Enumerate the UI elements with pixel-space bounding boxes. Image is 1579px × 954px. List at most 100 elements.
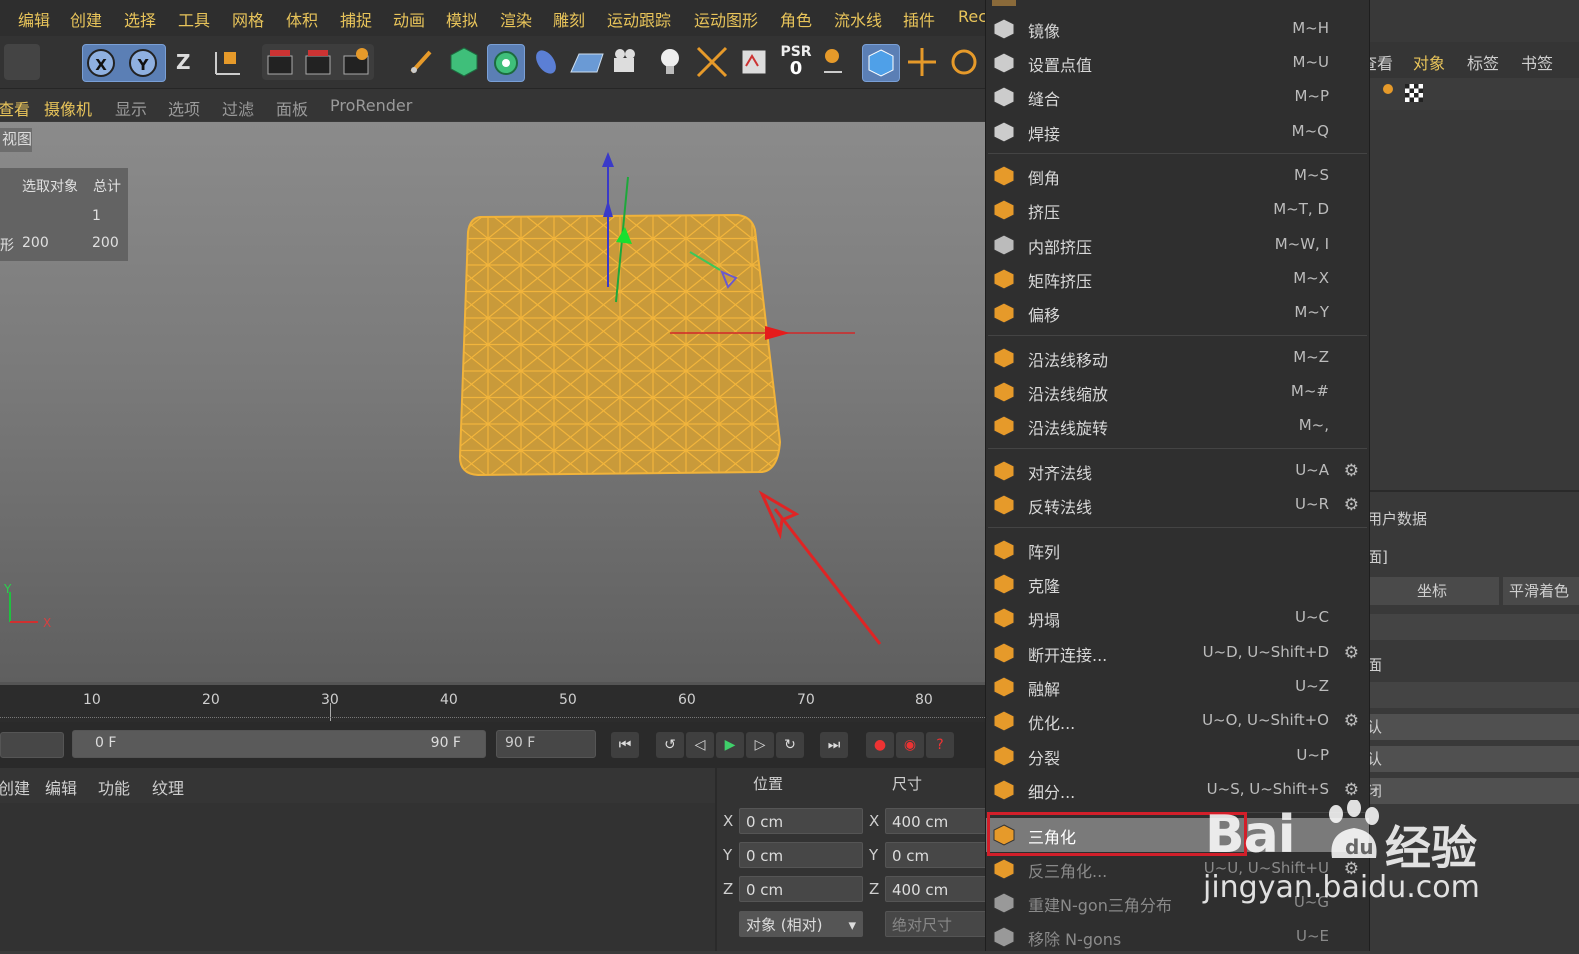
absolute-size-button[interactable]: 绝对尺寸 xyxy=(885,911,987,937)
pos-x-field[interactable]: 0 cm xyxy=(739,808,863,834)
scale-tool-icon[interactable] xyxy=(694,44,730,80)
tab-tags[interactable]: 标签 xyxy=(1467,50,1499,74)
material-area[interactable] xyxy=(0,803,715,951)
coordinate-system-icon[interactable] xyxy=(210,44,246,80)
menu-volume[interactable]: 体积 xyxy=(286,7,318,31)
rotate-tool-icon[interactable] xyxy=(946,44,982,80)
viewport-menu-panel[interactable]: 面板 xyxy=(276,96,308,120)
menu-character[interactable]: 角色 xyxy=(780,7,812,31)
pen-icon[interactable] xyxy=(404,44,440,80)
auto-key-icon[interactable]: ◉ xyxy=(896,732,924,758)
menu-animate[interactable]: 动画 xyxy=(393,7,425,31)
next-key-icon[interactable]: ↻ xyxy=(776,732,804,758)
viewport-menu-display[interactable]: 显示 xyxy=(115,96,147,120)
menu-render[interactable]: 渲染 xyxy=(500,7,532,31)
prop-select-b[interactable]: 认 xyxy=(1365,746,1579,772)
coordinate-snap-icon[interactable] xyxy=(820,44,856,80)
menu-item-array[interactable]: 阵列 xyxy=(986,533,1369,567)
x-axis-button[interactable]: X xyxy=(87,49,115,77)
menu-item-remove-ngons[interactable]: 移除 N-gons U~E xyxy=(986,920,1369,954)
keyframe-help-icon[interactable]: ? xyxy=(926,732,954,758)
user-data-label[interactable]: 用户数据 xyxy=(1367,508,1427,529)
viewport-menu-view[interactable]: 查看 xyxy=(0,96,30,120)
3d-viewport[interactable]: Y X xyxy=(0,122,985,682)
material-menu-function[interactable]: 功能 xyxy=(98,775,130,799)
pos-y-field[interactable]: 0 cm xyxy=(739,842,863,868)
viewport-menu-camera[interactable]: 摄像机 xyxy=(44,96,92,120)
menu-create[interactable]: 创建 xyxy=(70,7,102,31)
menu-simulate[interactable]: 模拟 xyxy=(446,7,478,31)
prev-key-icon[interactable]: ↺ xyxy=(656,732,684,758)
light-icon[interactable] xyxy=(652,44,688,80)
generator-icon[interactable] xyxy=(487,44,525,82)
frame-range-slider[interactable]: 0 F 90 F xyxy=(72,730,486,758)
menu-rec[interactable]: Rec xyxy=(958,7,987,26)
coords-tab-button[interactable]: 坐标 xyxy=(1365,577,1499,605)
menu-item-normal-rotate[interactable]: 沿法线旋转 M~, xyxy=(986,409,1369,443)
menu-item-dissolve[interactable]: 融解 U~Z xyxy=(986,670,1369,704)
menu-item-bevel[interactable]: 倒角 M~S xyxy=(986,159,1369,193)
menu-item-disconnect[interactable]: 断开连接... U~D, U~Shift+D ⚙ xyxy=(986,636,1369,670)
menu-item-weld[interactable]: 焊接 M~Q xyxy=(986,115,1369,149)
viewport-menu-options[interactable]: 选项 xyxy=(168,96,200,120)
gear-icon[interactable]: ⚙ xyxy=(1344,495,1359,515)
pos-z-field[interactable]: 0 cm xyxy=(739,876,863,902)
menu-item-align-normals[interactable]: 对齐法线 U~A ⚙ xyxy=(986,454,1369,488)
menu-item-set-point-value[interactable]: 设置点值 M~U xyxy=(986,46,1369,80)
material-menu-texture[interactable]: 纹理 xyxy=(152,775,184,799)
psr-button[interactable]: PSR 0 xyxy=(778,44,814,80)
menu-item-extrude[interactable]: 挤压 M~T, D xyxy=(986,193,1369,227)
prop-select-a[interactable]: 认 xyxy=(1365,714,1579,740)
goto-start-icon[interactable]: ⏮ xyxy=(611,732,639,758)
smooth-shading-button[interactable]: 平滑着色 xyxy=(1503,577,1579,605)
menu-edit[interactable]: 编辑 xyxy=(18,7,50,31)
current-frame-field[interactable] xyxy=(0,732,64,758)
script-icon[interactable] xyxy=(736,44,772,80)
record-icon[interactable]: ● xyxy=(866,732,894,758)
menu-plugins[interactable]: 插件 xyxy=(903,7,935,31)
menu-motion-tracking[interactable]: 运动跟踪 xyxy=(607,7,671,31)
gear-icon[interactable]: ⚙ xyxy=(1344,643,1359,663)
gear-icon[interactable]: ⚙ xyxy=(1344,461,1359,481)
size-z-field[interactable]: 400 cm xyxy=(885,876,987,902)
menu-item-offset[interactable]: 偏移 M~Y xyxy=(986,296,1369,330)
tab-objects[interactable]: 对象 xyxy=(1413,50,1445,74)
menu-item-stitch[interactable]: 缝合 M~P xyxy=(986,80,1369,114)
goto-end-icon[interactable]: ⏭ xyxy=(820,732,848,758)
menu-item-matrix-extrude[interactable]: 矩阵挤压 M~X xyxy=(986,262,1369,296)
next-frame-icon[interactable]: ▷ xyxy=(746,732,774,758)
material-menu-create[interactable]: 创建 xyxy=(0,775,30,799)
cube-green-icon[interactable] xyxy=(446,44,482,80)
max-frame-field[interactable]: 90 F xyxy=(496,730,596,758)
gear-icon[interactable]: ⚙ xyxy=(1344,711,1359,731)
floor-icon[interactable] xyxy=(569,44,605,80)
timeline-ruler[interactable]: 10 20 30 40 50 60 70 80 xyxy=(0,682,985,725)
menu-item-clone[interactable]: 克隆 xyxy=(986,567,1369,601)
menu-sculpt[interactable]: 雕刻 xyxy=(553,7,585,31)
menu-item-collapse[interactable]: 坍塌 U~C xyxy=(986,601,1369,635)
menu-item-normal-move[interactable]: 沿法线移动 M~Z xyxy=(986,341,1369,375)
deformer-icon[interactable] xyxy=(528,44,564,80)
menu-item-normal-scale[interactable]: 沿法线缩放 M~# xyxy=(986,375,1369,409)
menu-mesh[interactable]: 网格 xyxy=(232,7,264,31)
menu-pipeline[interactable]: 流水线 xyxy=(834,7,882,31)
viewport-menu-filter[interactable]: 过滤 xyxy=(222,96,254,120)
menu-item-mirror[interactable]: 镜像 M~H xyxy=(986,12,1369,46)
undo-icon[interactable] xyxy=(4,44,40,80)
menu-select[interactable]: 选择 xyxy=(124,7,156,31)
tab-bookmarks[interactable]: 书签 xyxy=(1521,50,1553,74)
menu-item-optimize[interactable]: 优化... U~O, U~Shift+O ⚙ xyxy=(986,704,1369,738)
move-tool-icon[interactable] xyxy=(904,44,940,80)
material-menu-edit[interactable]: 编辑 xyxy=(45,775,77,799)
menu-item-reverse-normals[interactable]: 反转法线 U~R ⚙ xyxy=(986,488,1369,522)
menu-tools[interactable]: 工具 xyxy=(178,7,210,31)
prev-frame-icon[interactable]: ◁ xyxy=(686,732,714,758)
gear-icon[interactable]: ⚙ xyxy=(1344,780,1359,800)
size-y-field[interactable]: 0 cm xyxy=(885,842,987,868)
object-row[interactable] xyxy=(1365,78,1579,110)
coordinate-mode-select[interactable]: 对象 (相对) ▾ xyxy=(739,911,863,937)
camera-icon[interactable] xyxy=(610,44,646,80)
menu-item-inner-extrude[interactable]: 内部挤压 M~W, I xyxy=(986,228,1369,262)
z-axis-button[interactable]: Z xyxy=(176,50,191,74)
view-tab[interactable]: 视图 xyxy=(0,128,32,152)
